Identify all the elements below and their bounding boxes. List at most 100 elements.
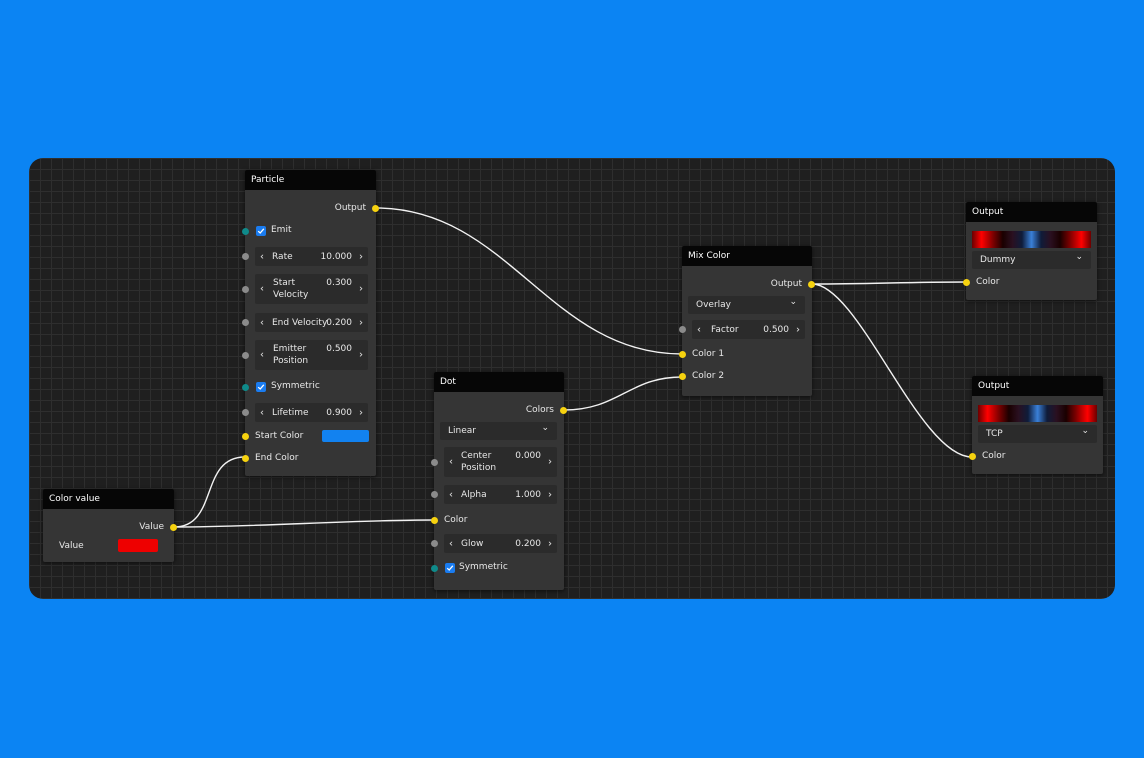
start-velocity-label: Start Velocity xyxy=(273,278,309,300)
mode-select[interactable]: Overlay ⌄ xyxy=(688,296,805,314)
emit-checkbox[interactable] xyxy=(256,226,266,236)
lifetime-stepper[interactable]: ‹ Lifetime 0.900 › xyxy=(255,403,368,422)
lifetime-label: Lifetime xyxy=(272,407,309,418)
chevron-left-icon[interactable]: ‹ xyxy=(260,251,264,262)
center-position-label: Center Position xyxy=(461,451,497,473)
output-port[interactable] xyxy=(372,205,379,212)
value-color-swatch[interactable] xyxy=(118,539,158,552)
color2-port[interactable] xyxy=(679,373,686,380)
start-velocity-stepper[interactable]: ‹ Start Velocity 0.300 › xyxy=(255,274,368,304)
chevron-left-icon[interactable]: ‹ xyxy=(260,350,264,361)
end-color-port[interactable] xyxy=(242,455,249,462)
colors-output-port[interactable] xyxy=(560,407,567,414)
chevron-left-icon[interactable]: ‹ xyxy=(260,407,264,418)
wire-dot-to-color2 xyxy=(563,376,683,411)
factor-port[interactable] xyxy=(679,326,686,333)
symmetric-checkbox[interactable] xyxy=(256,382,266,392)
chevron-left-icon[interactable]: ‹ xyxy=(449,457,453,468)
chevron-right-icon[interactable]: › xyxy=(359,350,363,361)
factor-stepper[interactable]: ‹ Factor 0.500 › xyxy=(692,320,805,339)
wire-colorvalue-to-dotcolor xyxy=(173,519,435,528)
chevron-right-icon[interactable]: › xyxy=(548,457,552,468)
end-velocity-value: 0.200 xyxy=(326,317,352,328)
lifetime-port[interactable] xyxy=(242,409,249,416)
chevron-right-icon[interactable]: › xyxy=(359,317,363,328)
value-label: Value xyxy=(59,541,84,551)
center-position-stepper[interactable]: ‹ Center Position 0.000 › xyxy=(444,447,557,477)
output-node-tcp[interactable]: Output TCP ⌄ Color xyxy=(969,376,1103,474)
end-velocity-port[interactable] xyxy=(242,319,249,326)
mode-value: Overlay xyxy=(696,300,731,310)
glow-port[interactable] xyxy=(431,540,438,547)
chevron-left-icon[interactable]: ‹ xyxy=(260,317,264,328)
start-velocity-port[interactable] xyxy=(242,286,249,293)
start-color-label: Start Color xyxy=(255,431,304,441)
output-port[interactable] xyxy=(808,281,815,288)
emit-label: Emit xyxy=(271,225,292,235)
wire-colorvalue-to-endcolor xyxy=(173,456,246,528)
color-port[interactable] xyxy=(969,453,976,460)
rate-value: 10.000 xyxy=(320,251,353,262)
alpha-port[interactable] xyxy=(431,491,438,498)
output-node-dummy[interactable]: Output Dummy ⌄ Color xyxy=(963,202,1097,300)
color2-label: Color 2 xyxy=(692,371,725,381)
end-color-label: End Color xyxy=(255,453,299,463)
chevron-right-icon[interactable]: › xyxy=(359,407,363,418)
glow-stepper[interactable]: ‹ Glow 0.200 › xyxy=(444,534,557,553)
factor-label: Factor xyxy=(711,324,739,335)
particle-node[interactable]: Particle Output Emit ‹ Rate 10.000 › ‹ S… xyxy=(242,170,379,476)
chevron-down-icon: ⌄ xyxy=(1075,252,1083,262)
colors-output-label: Colors xyxy=(525,405,554,415)
emitter-position-stepper[interactable]: ‹ Emitter Position 0.500 › xyxy=(255,340,368,370)
symmetric-checkbox[interactable] xyxy=(445,563,455,573)
dot-node[interactable]: Dot Colors Linear ⌄ ‹ Center Position 0.… xyxy=(431,372,567,590)
chevron-right-icon[interactable]: › xyxy=(359,251,363,262)
alpha-stepper[interactable]: ‹ Alpha 1.000 › xyxy=(444,485,557,504)
value-output-port[interactable] xyxy=(170,524,177,531)
color-port[interactable] xyxy=(431,517,438,524)
chevron-right-icon[interactable]: › xyxy=(548,489,552,500)
device-select[interactable]: TCP ⌄ xyxy=(978,425,1097,443)
chevron-right-icon[interactable]: › xyxy=(548,538,552,549)
color-port[interactable] xyxy=(963,279,970,286)
device-select[interactable]: Dummy ⌄ xyxy=(972,251,1091,269)
start-color-port[interactable] xyxy=(242,433,249,440)
chevron-left-icon[interactable]: ‹ xyxy=(697,324,701,335)
chevron-down-icon: ⌄ xyxy=(1081,426,1089,436)
chevron-down-icon: ⌄ xyxy=(541,423,549,433)
chevron-left-icon[interactable]: ‹ xyxy=(449,489,453,500)
node-title[interactable]: Mix Color xyxy=(682,246,812,266)
chevron-right-icon[interactable]: › xyxy=(359,284,363,295)
wire-mix-to-output1 xyxy=(811,281,967,285)
symmetric-label: Symmetric xyxy=(459,562,508,572)
emit-port[interactable] xyxy=(242,228,249,235)
center-position-value: 0.000 xyxy=(515,451,541,461)
center-position-port[interactable] xyxy=(431,459,438,466)
symmetric-port[interactable] xyxy=(431,565,438,572)
color1-port[interactable] xyxy=(679,351,686,358)
rate-port[interactable] xyxy=(242,253,249,260)
chevron-left-icon[interactable]: ‹ xyxy=(260,284,264,295)
emitter-position-value: 0.500 xyxy=(326,344,352,354)
emitter-position-port[interactable] xyxy=(242,352,249,359)
rate-stepper[interactable]: ‹ Rate 10.000 › xyxy=(255,247,368,266)
output-label: Output xyxy=(770,279,802,289)
node-editor-canvas[interactable]: Particle Output Emit ‹ Rate 10.000 › ‹ S… xyxy=(29,158,1115,599)
node-title[interactable]: Dot xyxy=(434,372,564,392)
mode-select[interactable]: Linear ⌄ xyxy=(440,422,557,440)
end-velocity-stepper[interactable]: ‹ End Velocity 0.200 › xyxy=(255,313,368,332)
alpha-value: 1.000 xyxy=(515,489,541,500)
start-color-swatch[interactable] xyxy=(322,430,369,442)
color-value-node[interactable]: Color value Value Value xyxy=(43,489,177,562)
node-title[interactable]: Output xyxy=(972,376,1103,396)
color-preview-gradient xyxy=(978,405,1097,422)
node-title[interactable]: Particle xyxy=(245,170,376,190)
chevron-left-icon[interactable]: ‹ xyxy=(449,538,453,549)
node-title[interactable]: Output xyxy=(966,202,1097,222)
symmetric-port[interactable] xyxy=(242,384,249,391)
node-title[interactable]: Color value xyxy=(43,489,174,509)
alpha-label: Alpha xyxy=(461,489,487,500)
glow-value: 0.200 xyxy=(515,538,541,549)
chevron-right-icon[interactable]: › xyxy=(796,324,800,335)
mix-color-node[interactable]: Mix Color Output Overlay ⌄ ‹ Factor 0.50… xyxy=(679,246,815,396)
